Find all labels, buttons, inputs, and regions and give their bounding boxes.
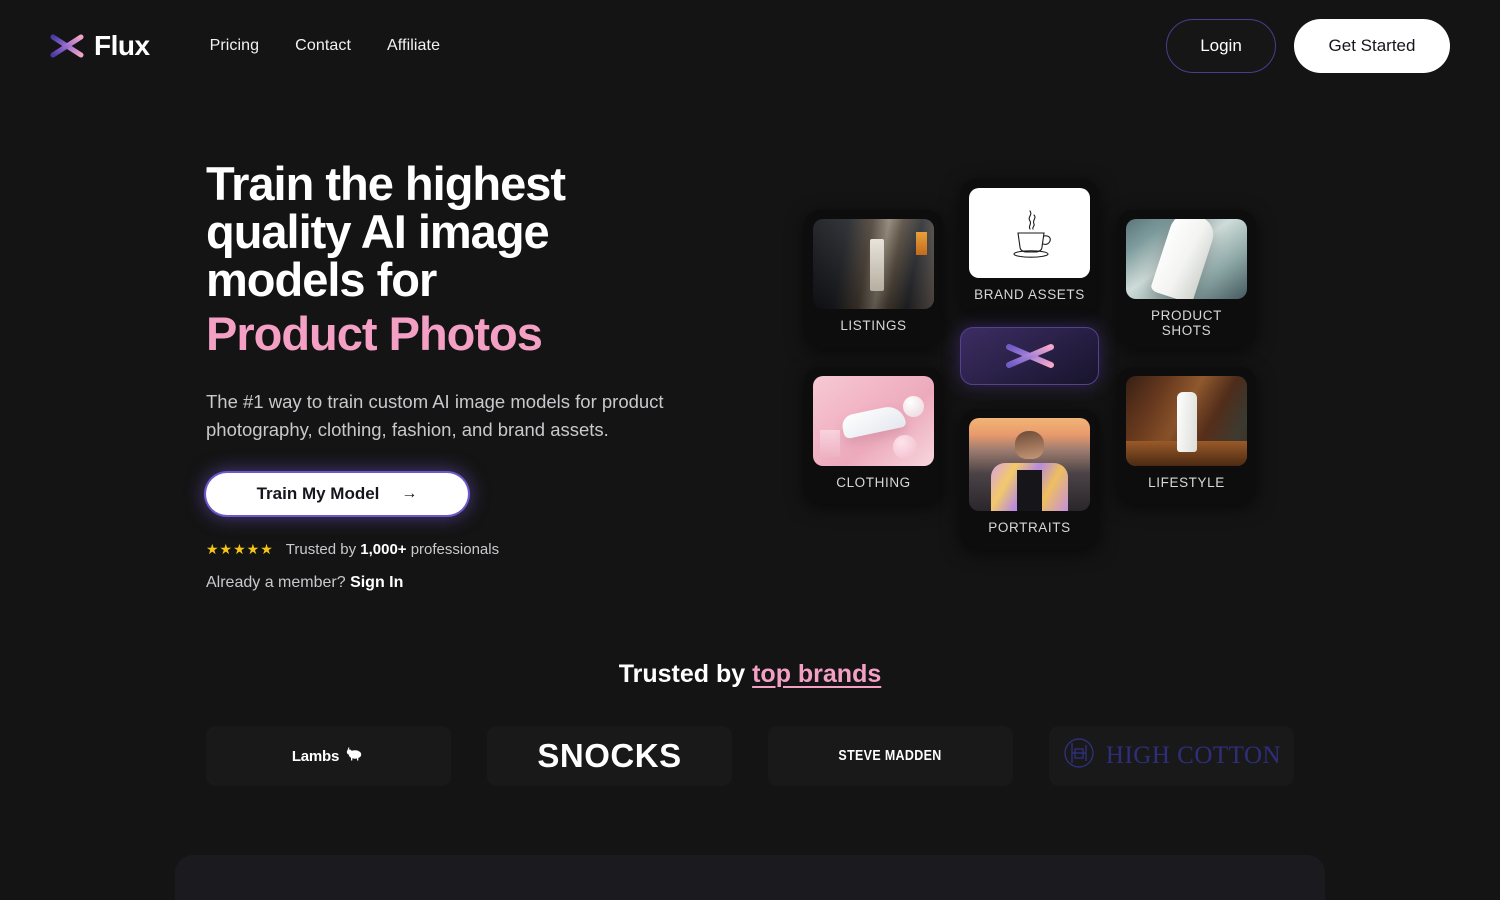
arrow-right-icon: → [401,485,418,503]
headline-accent: Product Photos [206,306,543,360]
trust-prefix: Trusted by [285,541,361,559]
nav-link-contact[interactable]: Contact [295,37,351,55]
hero-content: Train the highest quality AI image model… [206,160,766,592]
lambs-wordmark: Lambs [291,747,340,765]
hero-cta-wrapper: Train My Model → [206,473,766,516]
white-bottle-shape [1176,392,1198,452]
person-head-shape [1014,431,1044,459]
trust-text: Trusted by 1,000+ professionals [286,541,499,558]
lambs-logo: Lambs [291,746,365,766]
brand-logo-steve-madden[interactable]: STEVE MADDEN [768,726,1013,786]
member-signin-row: Already a member? Sign In [206,574,766,592]
page-title: Train the highest quality AI image model… [206,160,766,358]
brand-name: Flux [94,30,150,61]
star-rating-icon: ★★★★★ [206,541,274,558]
flux-x-logo-icon [1003,341,1057,371]
showcase-caption: LISTINGS [840,318,907,333]
brand-logo-snocks[interactable]: SNOCKS [487,726,732,786]
listings-thumbnail [813,219,934,309]
brand-logo[interactable]: Flux [50,30,150,62]
hero-subheadline: The #1 way to train custom AI image mode… [206,390,664,441]
brand-logo-lambs[interactable]: Lambs [206,726,451,786]
white-bottle-on-water-image [1126,219,1247,299]
showcase-card-portraits[interactable]: PORTRAITS [960,409,1099,549]
nav-actions: Login Get Started [1166,19,1450,73]
trust-suffix: professionals [406,541,500,559]
brand-logo-high-cotton[interactable]: HIGH COTTON [1049,726,1294,786]
nav-link-pricing[interactable]: Pricing [210,37,260,55]
showcase-card-lifestyle[interactable]: LIFESTYLE [1117,367,1256,504]
showcase-logo-card[interactable] [960,327,1099,385]
clothing-thumbnail [813,376,934,466]
sign-in-link[interactable]: Sign In [350,574,403,591]
trust-indicator: ★★★★★ Trusted by 1,000+ professionals [206,541,766,558]
cta-label: Train My Model [256,484,380,504]
trust-count: 1,000+ [360,541,407,559]
landing-page: Flux Pricing Contact Affiliate Login Get… [0,0,1500,900]
top-brands-link[interactable]: top brands [752,660,881,688]
nav-link-affiliate[interactable]: Affiliate [387,37,440,55]
product-shots-thumbnail [1126,219,1247,299]
showcase-caption: BRAND ASSETS [974,287,1085,302]
headline-line-3: models for [206,252,437,306]
headline-line-2: quality AI image [206,204,550,258]
brands-title-prefix: Trusted by [618,660,753,688]
next-section-panel [175,855,1325,900]
white-sneaker-shape [840,403,907,440]
line-art-coffee-cup-image [969,188,1090,278]
top-navigation-bar: Flux Pricing Contact Affiliate Login Get… [0,0,1500,92]
get-started-button[interactable]: Get Started [1294,19,1450,73]
brands-section-title: Trusted by top brands [0,660,1500,689]
brand-assets-thumbnail [969,188,1090,278]
showcase-card-product-shots[interactable]: PRODUCT SHOTS [1117,210,1256,347]
nav-links: Pricing Contact Affiliate [210,37,441,55]
coffee-cup-icon [1012,210,1051,258]
brand-logos-row: Lambs SNOCKS STEVE MADDEN HIGH COTTON [206,726,1294,786]
man-sunglasses-colorful-jacket-sunset-image [969,418,1090,511]
dark-shirt-shape [1017,470,1042,511]
man-stepping-out-of-suv-city-street-image [813,219,934,309]
high-cotton-wordmark: HIGH COTTON [1105,742,1282,769]
showcase-card-listings[interactable]: LISTINGS [804,210,943,347]
showcase-card-clothing[interactable]: CLOTHING [804,367,943,504]
showcase-caption: LIFESTYLE [1148,475,1225,490]
white-bottle-bar-scene-image [1126,376,1247,466]
high-cotton-logo: HIGH COTTON [1062,736,1281,777]
white-sneaker-pink-3d-set-image [813,376,934,466]
pink-sphere-shape [892,435,918,459]
showcase-caption: PRODUCT SHOTS [1151,308,1222,338]
showcase-grid: LISTINGS CLOTHING BRAND ASSETS PORTRAITS… [800,175,1270,555]
showcase-caption: CLOTHING [836,475,911,490]
headline-line-1: Train the highest [206,157,566,210]
login-button[interactable]: Login [1166,19,1276,73]
flux-x-logo-icon [50,33,84,59]
lifestyle-thumbnail [1126,376,1247,466]
showcase-caption: PORTRAITS [988,520,1071,535]
pink-sphere-shape [902,395,925,418]
snocks-wordmark: SNOCKS [537,737,682,774]
train-my-model-button[interactable]: Train My Model → [206,473,468,516]
sheep-icon [345,746,365,766]
pink-block-shape [820,430,840,457]
showcase-card-brand-assets[interactable]: BRAND ASSETS [960,179,1099,316]
steve-madden-wordmark: STEVE MADDEN [838,748,943,764]
portraits-thumbnail [969,418,1090,511]
white-bottle-shape [1150,219,1218,299]
member-prompt: Already a member? [206,574,351,592]
hc-monogram-icon [1062,736,1096,777]
